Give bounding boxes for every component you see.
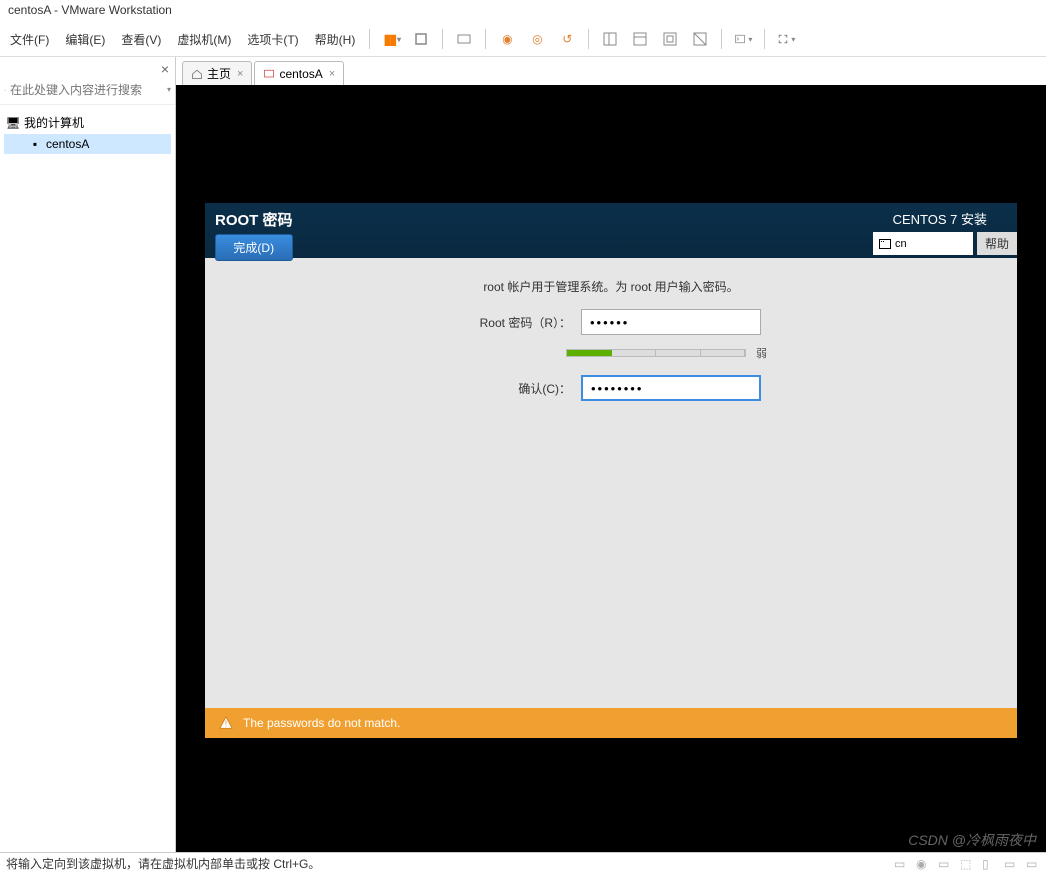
warning-text: The passwords do not match. xyxy=(243,716,400,730)
tab-home[interactable]: 主页 × xyxy=(182,61,252,85)
installer-title: ROOT 密码 xyxy=(215,209,293,230)
console-view-icon[interactable] xyxy=(631,30,649,48)
library-tree: 🖥 我的计算机 ▪ centosA xyxy=(0,105,175,160)
snapshot-icon[interactable]: ◉ xyxy=(498,30,516,48)
separator xyxy=(485,29,486,49)
separator xyxy=(369,29,370,49)
device-icon[interactable]: ▭ xyxy=(1004,857,1018,871)
confirm-password-label: 确认(C)： xyxy=(461,380,571,397)
device-icon[interactable]: ▭ xyxy=(938,857,952,871)
installer-header: ROOT 密码 完成(D) CENTOS 7 安装 cn 帮助 xyxy=(205,203,1017,258)
console-icon[interactable]: ▾ xyxy=(734,30,752,48)
revert-icon[interactable]: ↺ xyxy=(558,30,576,48)
sidebar-search: ▾ xyxy=(0,75,175,105)
installer-description: root 帐户用于管理系统。为 root 用户输入密码。 xyxy=(225,278,997,295)
home-icon xyxy=(191,68,203,80)
menu-tabs[interactable]: 选项卡(T) xyxy=(239,25,306,54)
tree-item-label: centosA xyxy=(46,137,89,151)
computer-icon: 🖥 xyxy=(6,116,20,130)
window-title: centosA - VMware Workstation xyxy=(8,3,172,17)
keyboard-layout-selector[interactable]: cn xyxy=(873,232,973,255)
tab-bar: 主页 × centosA × xyxy=(176,57,1046,85)
menu-view[interactable]: 查看(V) xyxy=(113,25,169,54)
status-device-icons: ▭ ◉ ▭ ⬚ ▯ ▭ ▭ xyxy=(894,857,1040,871)
sidebar-close-icon[interactable]: × xyxy=(161,61,169,77)
tab-centosa-label: centosA xyxy=(279,67,322,81)
password-strength-label: 弱 xyxy=(756,345,776,361)
status-text: 将输入定向到该虚拟机，请在虚拟机内部单击或按 Ctrl+G。 xyxy=(6,855,320,872)
fit-window-icon[interactable] xyxy=(691,30,709,48)
send-ctrl-alt-del-icon[interactable] xyxy=(455,30,473,48)
keyboard-icon xyxy=(879,239,891,249)
content-area: 主页 × centosA × ROOT 密码 完成(D) CENTOS 7 安装 xyxy=(176,57,1046,852)
home-icon[interactable] xyxy=(4,83,6,97)
separator xyxy=(588,29,589,49)
svg-text:!: ! xyxy=(225,720,227,729)
main-area: × ▾ 🖥 我的计算机 ▪ centosA 主页 × xyxy=(0,57,1046,852)
snapshot-manager-icon[interactable]: ◎ xyxy=(528,30,546,48)
keyboard-layout-label: cn xyxy=(895,238,907,250)
fit-guest-icon[interactable] xyxy=(661,30,679,48)
separator xyxy=(764,29,765,49)
device-icon[interactable]: ▭ xyxy=(1026,857,1040,871)
tree-item-centosa[interactable]: ▪ centosA xyxy=(4,134,171,154)
device-icon[interactable]: ⬚ xyxy=(960,857,974,871)
warning-icon: ! xyxy=(219,716,233,730)
installer-product: CENTOS 7 安装 xyxy=(893,209,1017,228)
power-icon[interactable] xyxy=(412,30,430,48)
menu-edit[interactable]: 编辑(E) xyxy=(57,25,113,54)
root-password-label: Root 密码（R）： xyxy=(461,314,571,331)
separator xyxy=(442,29,443,49)
tab-close-icon[interactable]: × xyxy=(237,68,243,80)
help-button[interactable]: 帮助 xyxy=(977,232,1017,255)
root-password-input[interactable] xyxy=(581,309,761,335)
tab-centosa[interactable]: centosA × xyxy=(254,61,344,85)
device-icon[interactable]: ▯ xyxy=(982,857,996,871)
tree-root[interactable]: 🖥 我的计算机 xyxy=(4,111,171,134)
warning-bar: ! The passwords do not match. xyxy=(205,708,1017,738)
installer-body: root 帐户用于管理系统。为 root 用户输入密码。 Root 密码（R）：… xyxy=(205,258,1017,738)
sidebar-search-input[interactable] xyxy=(10,83,165,97)
tab-home-label: 主页 xyxy=(207,65,231,82)
done-button[interactable]: 完成(D) xyxy=(215,234,293,261)
device-icon[interactable]: ▭ xyxy=(894,857,908,871)
window-title-bar: centosA - VMware Workstation xyxy=(0,0,1046,22)
centos-installer: ROOT 密码 完成(D) CENTOS 7 安装 cn 帮助 xyxy=(205,203,1017,738)
unity-icon[interactable] xyxy=(601,30,619,48)
vm-icon: ▪ xyxy=(28,137,42,151)
menu-vm[interactable]: 虚拟机(M) xyxy=(169,25,239,54)
fullscreen-icon[interactable]: ▾ xyxy=(777,30,795,48)
search-dropdown-icon[interactable]: ▾ xyxy=(167,85,171,94)
password-strength-meter xyxy=(566,349,746,357)
status-bar: 将输入定向到该虚拟机，请在虚拟机内部单击或按 Ctrl+G。 ▭ ◉ ▭ ⬚ ▯… xyxy=(0,852,1046,874)
tab-close-icon[interactable]: × xyxy=(329,68,335,80)
confirm-password-input[interactable] xyxy=(581,375,761,401)
separator xyxy=(721,29,722,49)
menu-file[interactable]: 文件(F) xyxy=(2,25,57,54)
sidebar: × ▾ 🖥 我的计算机 ▪ centosA xyxy=(0,57,176,852)
vm-icon xyxy=(263,68,275,80)
tree-root-label: 我的计算机 xyxy=(24,114,84,131)
vm-console[interactable]: ROOT 密码 完成(D) CENTOS 7 安装 cn 帮助 xyxy=(176,85,1046,852)
pause-icon[interactable]: ▮▮▾ xyxy=(382,30,400,48)
menu-bar: 文件(F) 编辑(E) 查看(V) 虚拟机(M) 选项卡(T) 帮助(H) ▮▮… xyxy=(0,22,1046,57)
device-icon[interactable]: ◉ xyxy=(916,857,930,871)
menu-help[interactable]: 帮助(H) xyxy=(307,25,364,54)
